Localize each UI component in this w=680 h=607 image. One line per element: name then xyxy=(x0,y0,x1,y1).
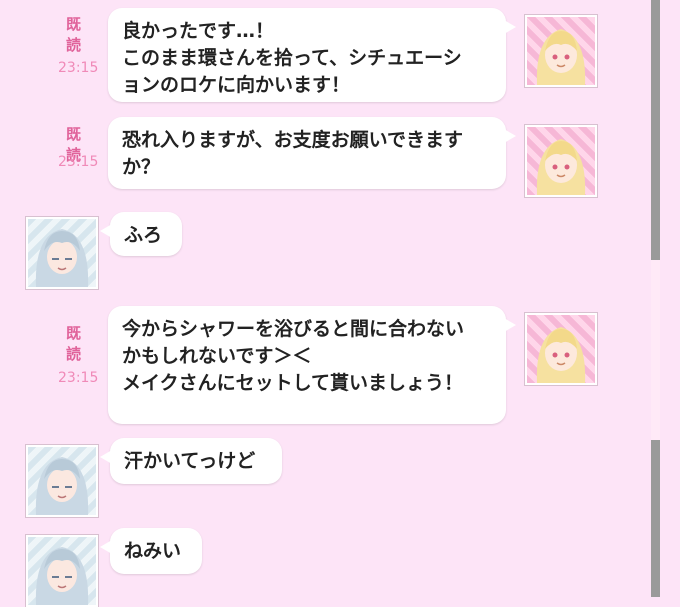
timestamp: 23:15 xyxy=(58,60,99,76)
silver-hair-avatar[interactable] xyxy=(26,535,98,607)
pink-hair-avatar[interactable] xyxy=(525,125,597,197)
character-portrait-icon xyxy=(35,229,89,287)
pink-hair-avatar[interactable] xyxy=(525,15,597,87)
timestamp: 23:15 xyxy=(58,370,99,386)
character-portrait-icon xyxy=(536,139,586,195)
scrollbar-thumb-lower[interactable] xyxy=(651,440,660,597)
silver-hair-avatar[interactable] xyxy=(26,445,98,517)
character-portrait-icon xyxy=(35,457,89,515)
message-bubble[interactable]: 汗かいてっけど xyxy=(100,438,282,484)
scrollbar[interactable] xyxy=(651,0,660,597)
character-portrait-icon xyxy=(536,327,586,383)
pink-hair-avatar[interactable] xyxy=(525,313,597,385)
silver-hair-avatar[interactable] xyxy=(26,217,98,289)
character-portrait-icon xyxy=(35,547,89,605)
read-receipt: 既読 xyxy=(66,15,82,54)
read-receipt: 既読 xyxy=(66,324,82,363)
message-bubble[interactable]: 今からシャワーを浴びると間に合わない かもしれないです＞＜ メイクさんにセットし… xyxy=(108,306,516,424)
message-bubble[interactable]: ねみい xyxy=(100,528,202,574)
scrollbar-thumb[interactable] xyxy=(651,0,660,260)
character-portrait-icon xyxy=(536,29,586,85)
timestamp: 23:15 xyxy=(58,154,99,170)
message-bubble[interactable]: 恐れ入りますが、お支度お願いできます か？ xyxy=(108,117,516,189)
message-bubble[interactable]: 良かったです…！ このまま環さんを拾って、シチュエーシ ョンのロケに向かいます！ xyxy=(108,8,516,102)
right-edge xyxy=(660,0,680,597)
message-bubble[interactable]: ふろ xyxy=(100,212,182,256)
